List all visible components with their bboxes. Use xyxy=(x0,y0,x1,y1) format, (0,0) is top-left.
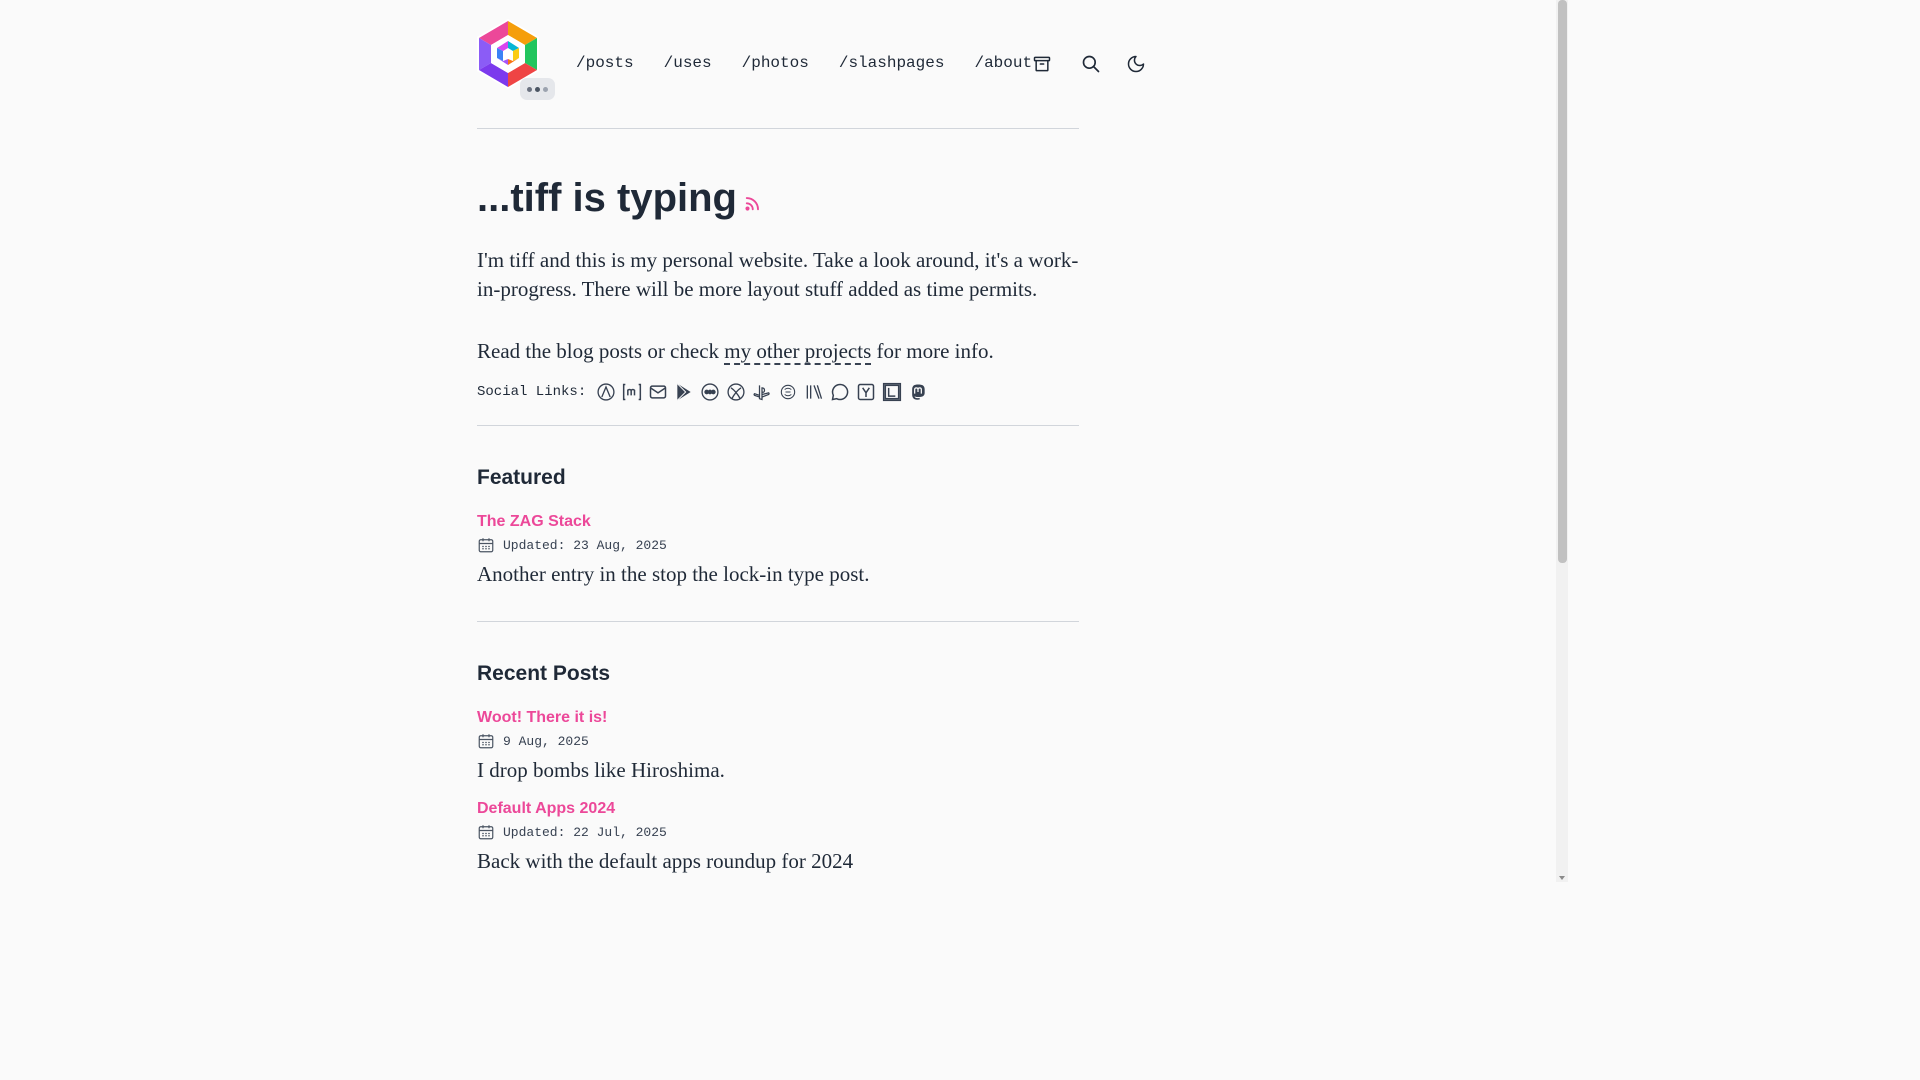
post-meta: 9 Aug, 2025 xyxy=(477,732,1079,750)
social-links-label: Social Links: xyxy=(477,384,587,400)
search-icon[interactable] xyxy=(1081,54,1101,74)
post-description: Back with the default apps roundup for 2… xyxy=(477,849,854,873)
mastodon-icon[interactable] xyxy=(907,381,929,403)
post-date: 9 Aug, 2025 xyxy=(503,733,589,749)
typing-indicator xyxy=(520,78,555,100)
post-description: I drop bombs like Hiroshima. xyxy=(477,758,725,782)
scrollbar-thumb[interactable] xyxy=(1558,0,1567,563)
recent-post: Default Apps 2024 Updated: 22 Jul, 2025 … xyxy=(477,800,1079,874)
mail-icon[interactable] xyxy=(647,381,669,403)
post-meta: Updated: 23 Aug, 2025 xyxy=(477,536,1079,554)
featured-post: The ZAG Stack Updated: 23 Aug, 2025 Anot… xyxy=(477,513,1079,587)
lastfm-icon[interactable] xyxy=(881,381,903,403)
chat-icon[interactable] xyxy=(829,381,851,403)
playstation-icon[interactable] xyxy=(751,381,773,403)
page-title-text: ...tiff is typing xyxy=(477,176,737,220)
post-title-link[interactable]: Woot! There it is! xyxy=(477,709,1079,729)
intro-line-2: Read the blog posts or check my other pr… xyxy=(477,337,1079,365)
nav-posts[interactable]: /posts xyxy=(576,54,634,72)
library-icon[interactable] xyxy=(803,381,825,403)
page-scrollbar[interactable] xyxy=(1556,0,1568,882)
calendar-icon xyxy=(478,825,494,840)
social-links: Social Links: xyxy=(477,381,933,403)
nav-uses[interactable]: /uses xyxy=(664,54,712,72)
intro-line-2-after: for more info. xyxy=(871,339,994,363)
google-play-icon[interactable] xyxy=(673,381,695,403)
featured-divider xyxy=(477,621,1079,622)
page-title: ...tiff is typing xyxy=(477,176,761,221)
recent-post: Woot! There it is! 9 Aug, 2025 I drop bo… xyxy=(477,709,1079,783)
post-date: Updated: 23 Aug, 2025 xyxy=(503,537,667,553)
site-header: /posts /uses /photos /slashpages /about xyxy=(477,0,1157,128)
recent-posts-heading: Recent Posts xyxy=(477,662,611,685)
moon-icon[interactable] xyxy=(1126,54,1146,74)
nav-slashpages[interactable]: /slashpages xyxy=(839,54,945,72)
archive-icon[interactable] xyxy=(1032,54,1052,74)
intro-paragraph: I'm tiff and this is my personal website… xyxy=(477,248,1079,301)
featured-heading: Featured xyxy=(477,466,566,489)
scroll-down-arrow-icon[interactable] xyxy=(1559,876,1565,880)
post-meta: Updated: 22 Jul, 2025 xyxy=(477,823,1079,841)
header-divider xyxy=(477,128,1079,129)
main-nav: /posts /uses /photos /slashpages /about xyxy=(576,54,1062,72)
ycombinator-icon[interactable] xyxy=(855,381,877,403)
post-title-link[interactable]: The ZAG Stack xyxy=(477,513,1079,533)
letterboxd-icon[interactable] xyxy=(699,381,721,403)
rss-icon[interactable] xyxy=(743,178,761,211)
goodreads-icon[interactable] xyxy=(777,381,799,403)
post-date: Updated: 22 Jul, 2025 xyxy=(503,824,667,840)
post-title-link[interactable]: Default Apps 2024 xyxy=(477,800,1079,820)
calendar-icon xyxy=(478,538,494,553)
other-projects-link[interactable]: my other projects xyxy=(724,339,872,365)
calendar-icon xyxy=(478,734,494,749)
matrix-icon[interactable] xyxy=(621,381,643,403)
nav-photos[interactable]: /photos xyxy=(742,54,809,72)
nav-about[interactable]: /about xyxy=(974,54,1032,72)
intro-line-2-before: Read the blog posts or check xyxy=(477,339,725,363)
xbox-icon[interactable] xyxy=(725,381,747,403)
post-description: Another entry in the stop the lock-in ty… xyxy=(477,562,870,586)
arch-icon[interactable] xyxy=(595,381,617,403)
social-divider xyxy=(477,425,1079,426)
